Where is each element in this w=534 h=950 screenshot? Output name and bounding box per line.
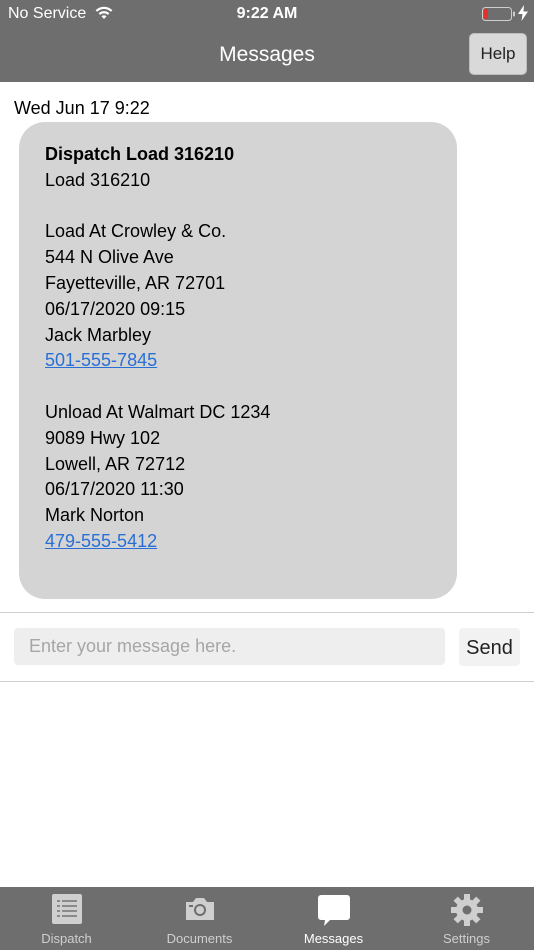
- dropoff-datetime: 06/17/2020 11:30: [45, 479, 184, 500]
- page-title: Messages: [219, 43, 315, 66]
- gear-icon: [400, 893, 533, 927]
- tab-dispatch[interactable]: Dispatch: [0, 887, 133, 950]
- load-number: Load 316210: [45, 169, 151, 190]
- status-bar: No Service 9:22 AM: [0, 0, 534, 28]
- list-icon: [0, 893, 133, 927]
- tab-bar: Dispatch Documents Messages Settings: [0, 887, 534, 950]
- pickup-street: 544 N Olive Ave: [45, 247, 174, 268]
- tab-label: Settings: [443, 931, 490, 946]
- message-timestamp: Wed Jun 17 9:22: [14, 98, 150, 118]
- dropoff-phone-link[interactable]: 479-555-5412: [45, 531, 157, 551]
- tab-label: Dispatch: [41, 931, 92, 946]
- tab-settings[interactable]: Settings: [400, 887, 533, 950]
- message-title: Dispatch Load 316210: [45, 144, 235, 164]
- nav-bar: Messages Help: [0, 28, 534, 82]
- pickup-phone-link[interactable]: 501-555-7845: [45, 350, 157, 370]
- tab-label: Documents: [166, 931, 233, 946]
- help-button[interactable]: Help: [469, 33, 527, 75]
- tab-documents[interactable]: Documents: [133, 887, 266, 950]
- pickup-location: Load At Crowley & Co.: [45, 221, 227, 242]
- send-button[interactable]: Send: [459, 628, 520, 666]
- divider: [0, 612, 534, 613]
- camera-icon: [133, 893, 266, 927]
- dropoff-contact: Mark Norton: [45, 505, 145, 526]
- battery-low-icon: [482, 7, 516, 26]
- lightning-bolt-icon: [518, 5, 528, 24]
- message-bubble: Dispatch Load 316210 Load 316210 Load At…: [19, 122, 457, 599]
- speech-bubble-icon: [267, 893, 400, 927]
- divider: [0, 681, 534, 682]
- pickup-city: Fayetteville, AR 72701: [45, 272, 226, 293]
- tab-messages[interactable]: Messages: [267, 887, 400, 950]
- dropoff-street: 9089 Hwy 102: [45, 427, 161, 448]
- pickup-contact: Jack Marbley: [45, 324, 152, 345]
- tab-label: Messages: [303, 931, 364, 946]
- message-input[interactable]: [14, 628, 445, 665]
- dropoff-city: Lowell, AR 72712: [45, 453, 186, 474]
- status-time: 9:22 AM: [236, 5, 298, 22]
- pickup-datetime: 06/17/2020 09:15: [45, 298, 186, 319]
- dropoff-location: Unload At Walmart DC 1234: [45, 401, 271, 422]
